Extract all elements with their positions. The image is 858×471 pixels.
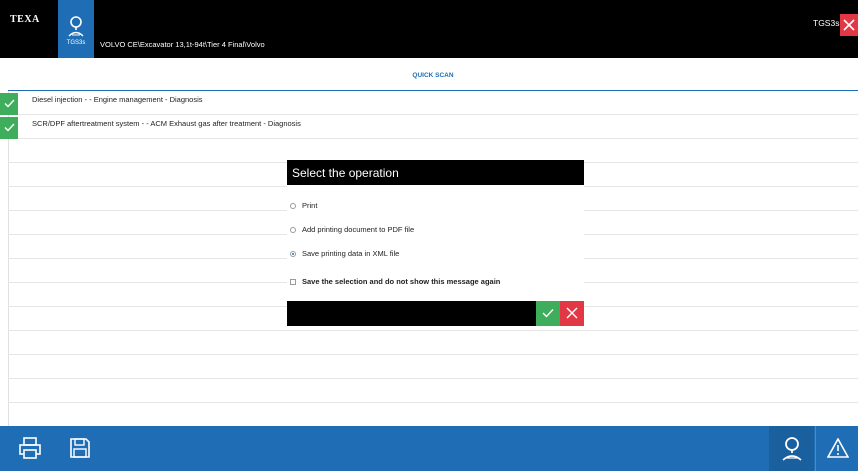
- list-item[interactable]: SCR/DPF aftertreatment system - - ACM Ex…: [0, 115, 858, 139]
- list-item[interactable]: Diesel injection - - Engine management -…: [0, 91, 858, 115]
- tab-bar: QUICK SCAN: [8, 58, 858, 91]
- dialog-title-bar: Select the operation: [287, 160, 584, 185]
- radio-save-xml[interactable]: [290, 251, 296, 257]
- empty-row: [8, 403, 858, 427]
- option-label: Save printing data in XML file: [302, 249, 400, 258]
- cancel-button[interactable]: [560, 301, 584, 326]
- save-button[interactable]: [68, 436, 92, 460]
- empty-row: [8, 331, 858, 355]
- remember-selection-label: Save the selection and do not show this …: [302, 277, 501, 286]
- floppy-disk-icon: [70, 438, 90, 458]
- tab-quick-scan[interactable]: QUICK SCAN: [8, 72, 858, 79]
- device-name: TGS3s: [813, 18, 840, 28]
- texa-logo: TEXA: [10, 14, 40, 25]
- warning-button[interactable]: [815, 426, 858, 471]
- radio-print[interactable]: [290, 203, 296, 209]
- person-search-icon: [68, 16, 84, 37]
- warning-icon: [827, 438, 849, 458]
- close-icon: [566, 307, 578, 319]
- empty-row: [8, 379, 858, 403]
- printer-icon: [19, 437, 41, 459]
- app-header: TEXA TGS3s VOLVO CE\Excavator 13,1t-94t\…: [0, 0, 858, 58]
- bottom-toolbar: [0, 426, 858, 471]
- option-label: Add printing document to PDF file: [302, 225, 415, 234]
- remember-selection-checkbox[interactable]: [290, 279, 296, 285]
- radio-add-pdf[interactable]: [290, 227, 296, 233]
- close-icon: [843, 19, 855, 31]
- list-item-label: Diesel injection - - Engine management -…: [32, 95, 203, 104]
- dialog-footer: [287, 301, 584, 326]
- empty-row: [8, 355, 858, 379]
- tgs-device-button[interactable]: TGS3s: [58, 0, 94, 58]
- confirm-button[interactable]: [536, 301, 560, 326]
- close-button[interactable]: [840, 14, 858, 36]
- print-button[interactable]: [18, 436, 42, 460]
- person-search-button[interactable]: [769, 426, 814, 471]
- option-label: Print: [302, 201, 318, 210]
- status-ok-badge: [0, 93, 18, 115]
- checkmark-icon: [4, 99, 15, 108]
- person-search-icon: [782, 437, 802, 461]
- select-operation-dialog: Select the operation Print Add printing …: [287, 160, 584, 326]
- list-item-label: SCR/DPF aftertreatment system - - ACM Ex…: [32, 119, 301, 128]
- status-ok-badge: [0, 117, 18, 139]
- tgs-label: TGS3s: [66, 40, 86, 46]
- checkmark-icon: [542, 309, 554, 318]
- checkmark-icon: [4, 123, 15, 132]
- vehicle-breadcrumb: VOLVO CE\Excavator 13,1t-94t\Tier 4 Fina…: [100, 40, 265, 49]
- dialog-title: Select the operation: [292, 166, 399, 180]
